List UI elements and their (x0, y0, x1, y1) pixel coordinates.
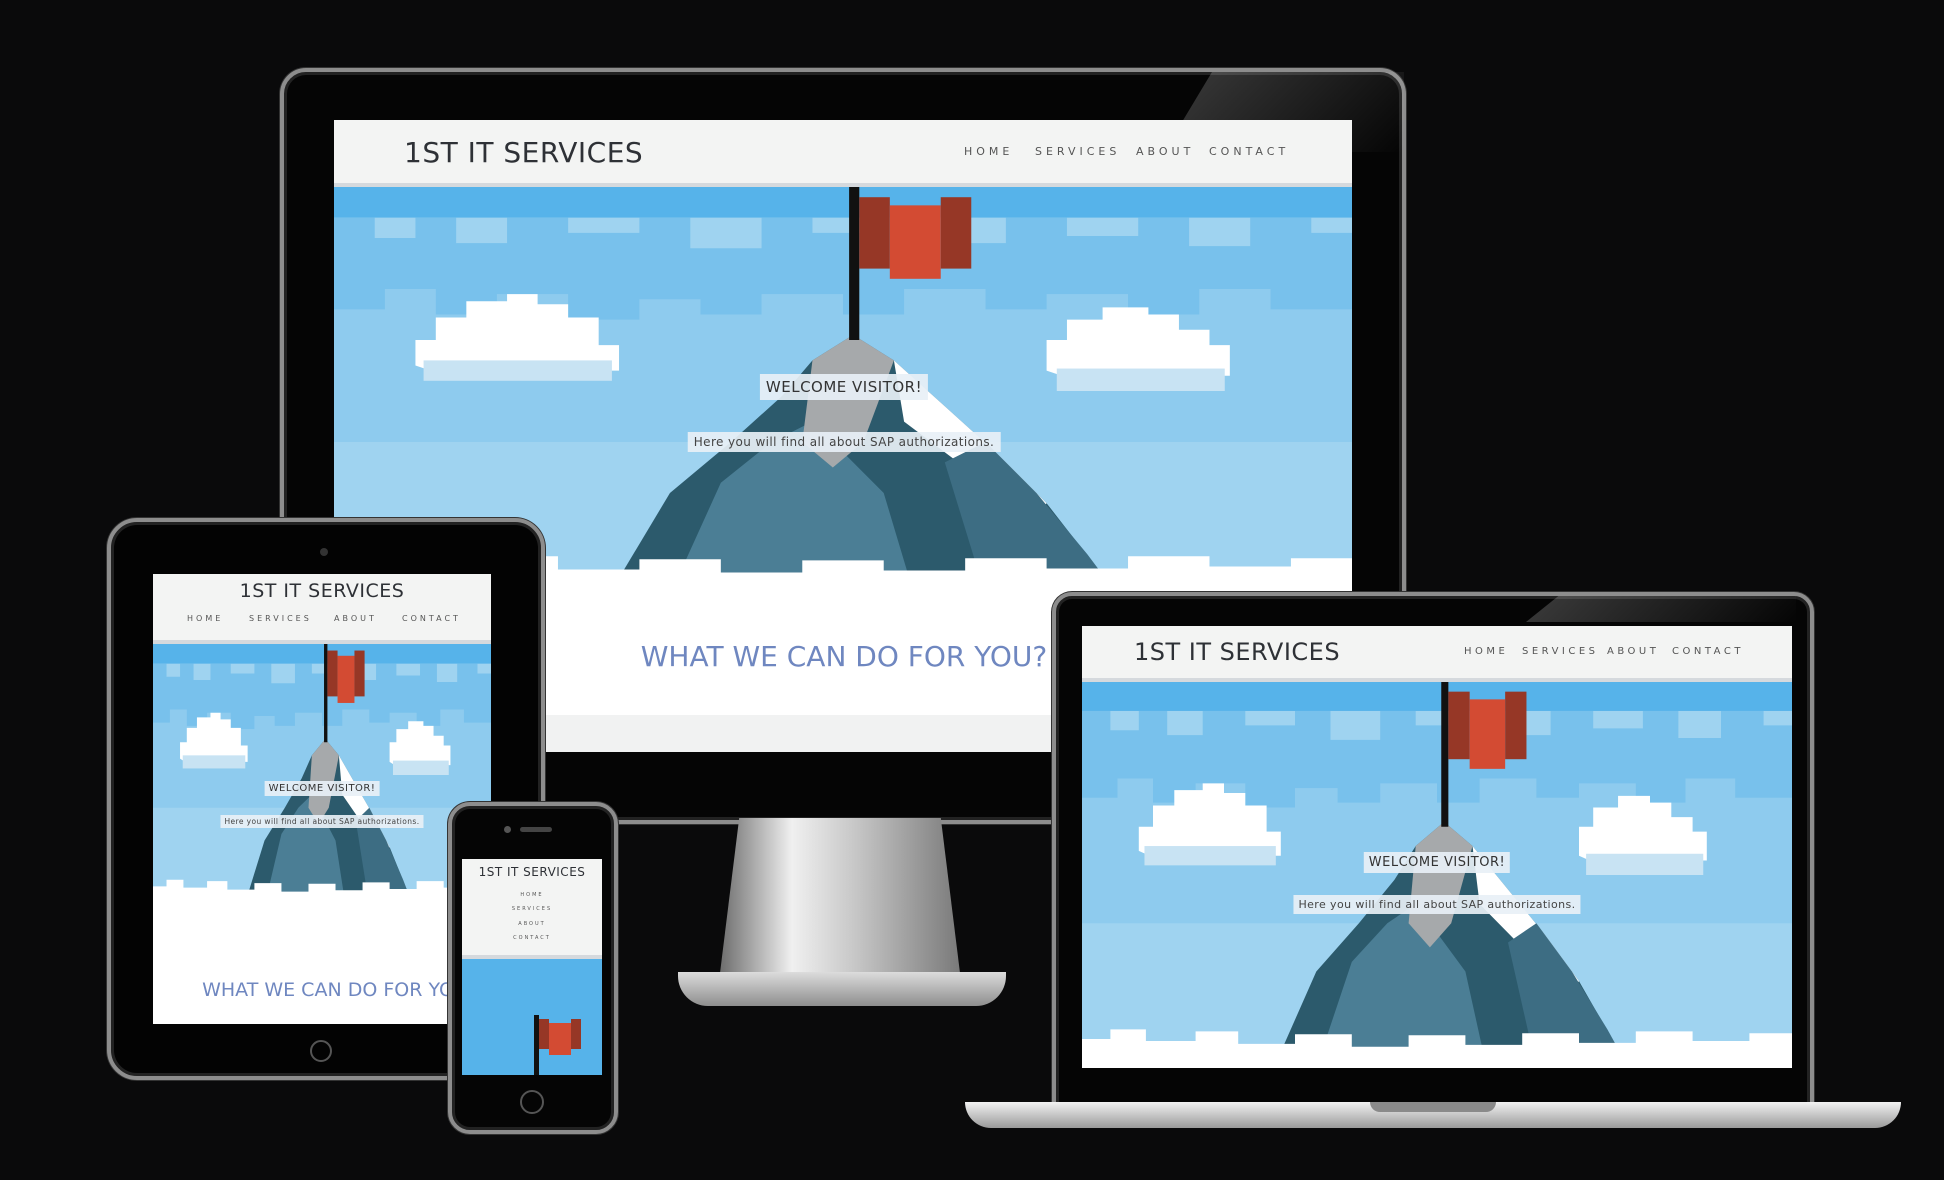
hero-banner (462, 959, 602, 1075)
site-title[interactable]: 1ST IT SERVICES (404, 136, 643, 169)
site-header: 1ST IT SERVICES HOME SERVICES ABOUT CONT… (334, 120, 1352, 187)
nav-home[interactable]: HOME (187, 614, 223, 623)
monitor-stand-neck (720, 818, 960, 973)
phone-home-button[interactable] (520, 1090, 544, 1114)
phone-speaker (520, 827, 552, 832)
nav-home[interactable]: HOME (964, 145, 1013, 158)
nav-about[interactable]: ABOUT (1136, 145, 1194, 158)
section-title: WHAT WE CAN DO FOR YOU? (640, 640, 1048, 673)
hero-illustration (153, 644, 491, 906)
tablet-screen: 1ST IT SERVICES HOME SERVICES ABOUT CONT… (153, 574, 491, 1024)
nav-home[interactable]: HOME (520, 892, 543, 898)
hero-banner: WELCOME VISITOR! Here you will find all … (153, 644, 491, 906)
phone-camera-icon (504, 826, 511, 833)
nav-about[interactable]: ABOUT (518, 921, 545, 927)
hero-subtitle: Here you will find all about SAP authori… (220, 815, 424, 828)
hero-illustration (1082, 682, 1792, 1068)
laptop-trackpad-notch (1370, 1102, 1496, 1112)
hero-banner: WELCOME VISITOR! Here you will find all … (1082, 682, 1792, 1068)
section-title: WHAT WE CAN DO FOR YOU (202, 979, 468, 1001)
nav-about[interactable]: ABOUT (334, 614, 377, 623)
nav-services[interactable]: SERVICES (1522, 646, 1599, 657)
hero-subtitle: Here you will find all about SAP authori… (1293, 895, 1581, 914)
site-header: 1ST IT SERVICES HOME SERVICES ABOUT CONT… (153, 574, 491, 644)
site-title[interactable]: 1ST IT SERVICES (240, 580, 405, 602)
laptop-device: 1ST IT SERVICES HOME SERVICES ABOUT CONT… (1052, 592, 1814, 1110)
nav-about[interactable]: ABOUT (1607, 646, 1659, 657)
laptop-screen: 1ST IT SERVICES HOME SERVICES ABOUT CONT… (1082, 626, 1792, 1068)
tablet-home-button[interactable] (310, 1040, 332, 1062)
nav-services[interactable]: SERVICES (1035, 145, 1120, 158)
hero-illustration (462, 959, 602, 1075)
monitor-stand-base (678, 972, 1006, 1006)
site-title[interactable]: 1ST IT SERVICES (479, 865, 586, 879)
nav-services[interactable]: SERVICES (249, 614, 312, 623)
welcome-heading: WELCOME VISITOR! (264, 781, 380, 796)
nav-contact[interactable]: CONTACT (1209, 145, 1289, 158)
welcome-heading: WELCOME VISITOR! (1363, 852, 1511, 873)
phone-device: 1ST IT SERVICES HOME SERVICES ABOUT CONT… (448, 802, 618, 1134)
site-header: 1ST IT SERVICES HOME SERVICES ABOUT CONT… (462, 859, 602, 959)
tablet-camera-icon (320, 548, 328, 556)
welcome-heading: WELCOME VISITOR! (759, 374, 929, 400)
nav-contact[interactable]: CONTACT (513, 935, 551, 941)
site-title[interactable]: 1ST IT SERVICES (1134, 638, 1340, 666)
nav-contact[interactable]: CONTACT (1672, 646, 1744, 657)
nav-services[interactable]: SERVICES (512, 906, 552, 912)
phone-screen: 1ST IT SERVICES HOME SERVICES ABOUT CONT… (462, 859, 602, 1075)
nav-home[interactable]: HOME (1464, 646, 1508, 657)
site-header: 1ST IT SERVICES HOME SERVICES ABOUT CONT… (1082, 626, 1792, 682)
hero-subtitle: Here you will find all about SAP authori… (687, 432, 1001, 452)
nav-contact[interactable]: CONTACT (402, 614, 461, 623)
